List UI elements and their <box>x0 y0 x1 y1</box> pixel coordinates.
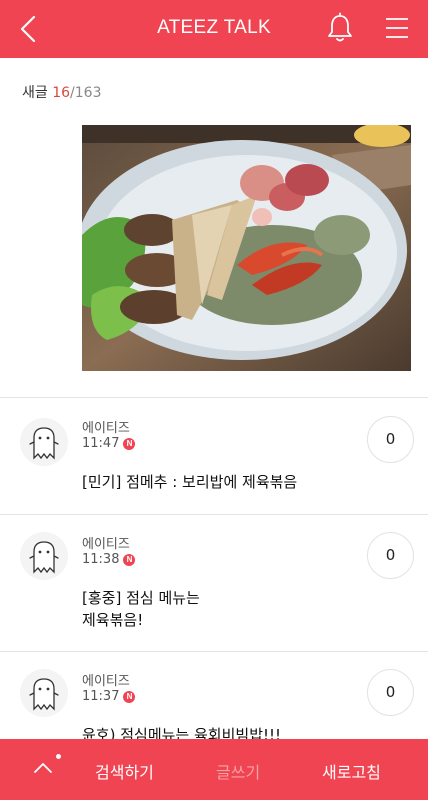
notification-dot <box>56 754 61 759</box>
new-badge: N <box>123 554 136 566</box>
post-author: 에이티즈 <box>82 537 130 552</box>
post-author: 에이티즈 <box>82 674 130 689</box>
post-time: 11:47 <box>82 436 120 451</box>
post-item[interactable]: 에이티즈 11:37 N 0 윤호) 점심메뉴는 육회비빔밥!!! <box>0 652 428 739</box>
new-post-current: 16 <box>52 85 71 101</box>
post-time: 11:38 <box>82 552 120 567</box>
like-count-button[interactable]: 0 <box>367 416 414 463</box>
like-count-button[interactable]: 0 <box>367 669 414 716</box>
post-text[interactable]: [홍중] 점심 메뉴는 제육볶음! <box>82 587 200 631</box>
ghost-mascot-icon <box>29 427 59 460</box>
page-title: ATEEZ TALK <box>157 17 271 38</box>
search-button[interactable]: 검색하기 <box>95 759 154 783</box>
bottom-action-bar: 검색하기 글쓰기 새로고침 <box>0 739 428 800</box>
avatar[interactable] <box>20 418 68 466</box>
post-item[interactable]: 에이티즈 11:38 N 0 [홍중] 점심 메뉴는 제육볶음! <box>0 515 428 651</box>
ghost-mascot-icon <box>29 678 59 711</box>
refresh-button[interactable]: 새로고침 <box>322 759 381 783</box>
post-time: 11:37 <box>82 689 120 704</box>
post-text[interactable]: 윤호) 점심메뉴는 육회비빔밥!!! <box>82 724 281 739</box>
avatar[interactable] <box>20 532 68 580</box>
food-plate-image <box>82 125 411 371</box>
ghost-mascot-icon <box>29 541 59 574</box>
hamburger-menu-icon[interactable] <box>384 14 410 42</box>
app-header: ATEEZ TALK <box>0 0 428 58</box>
like-count-button[interactable]: 0 <box>367 532 414 579</box>
write-button[interactable]: 글쓰기 <box>216 759 260 783</box>
post-author: 에이티즈 <box>82 421 130 436</box>
bell-icon[interactable] <box>324 12 356 44</box>
new-post-counter: 새글 16/163 <box>0 58 428 118</box>
post-item[interactable]: 에이티즈 11:47 N 0 [민기] 점메추 : 보리밥에 제육볶음 <box>0 398 428 514</box>
new-post-label: 새글 <box>22 85 48 101</box>
post-text[interactable]: [민기] 점메추 : 보리밥에 제육볶음 <box>82 471 297 493</box>
new-badge: N <box>123 438 136 450</box>
post-photo[interactable] <box>82 125 411 371</box>
avatar[interactable] <box>20 669 68 717</box>
new-badge: N <box>123 691 136 703</box>
new-post-total: /163 <box>70 85 102 101</box>
chevron-up-icon[interactable] <box>32 757 54 779</box>
